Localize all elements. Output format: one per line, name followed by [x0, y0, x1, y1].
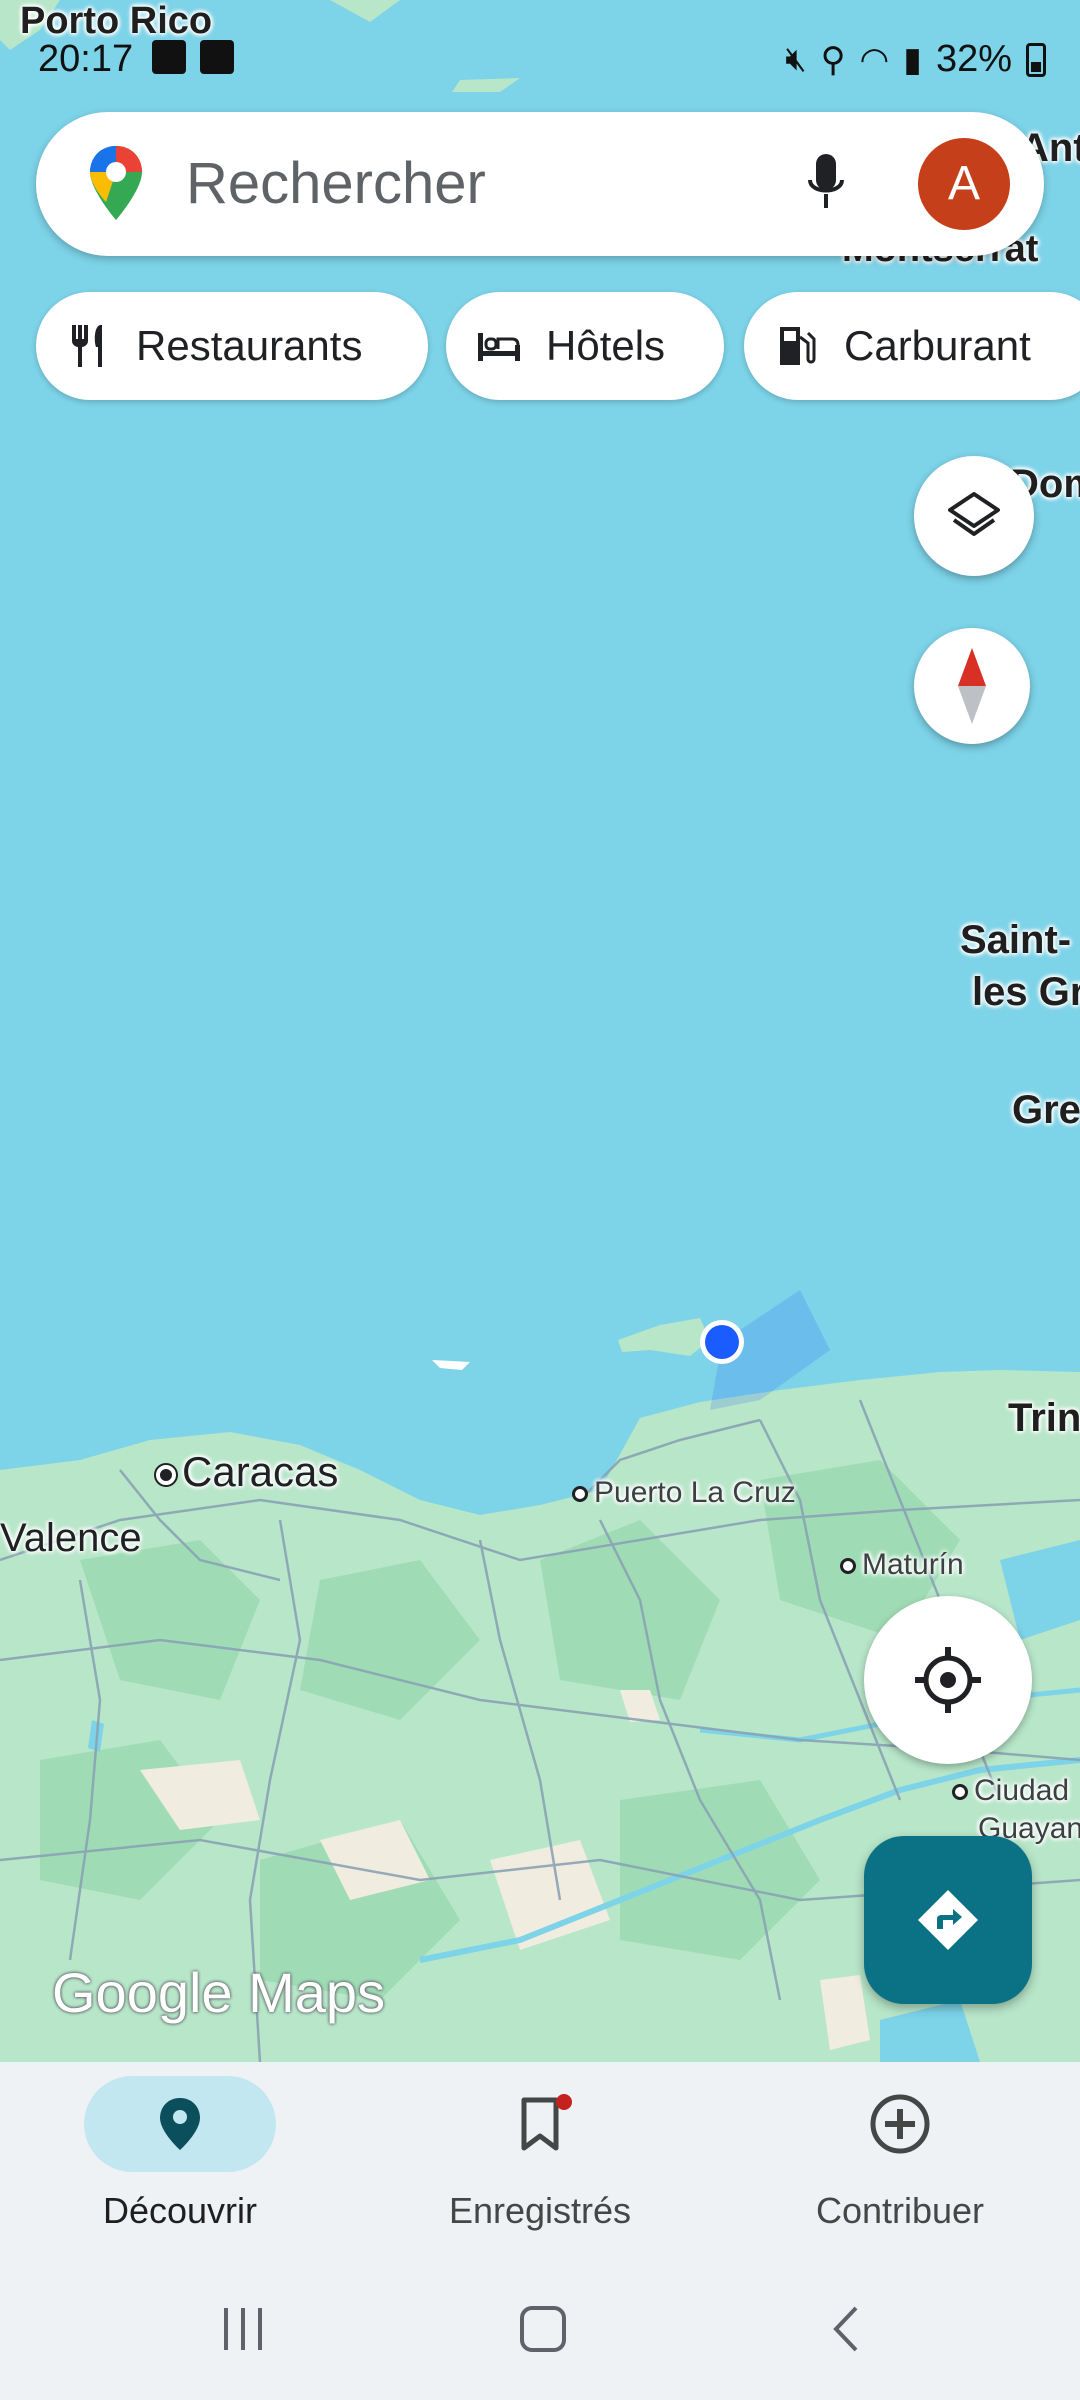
city-dot-icon	[572, 1486, 588, 1503]
chip-hotels[interactable]: Hôtels	[446, 292, 724, 400]
compass-icon	[958, 648, 986, 724]
nav-tab-decouvrir[interactable]: Découvrir	[30, 2076, 330, 2232]
notification-badge	[556, 2094, 572, 2110]
chip-label: Restaurants	[136, 322, 363, 369]
status-system-icons: 🔇︎ ⚲ ◠ ▮ 32%	[785, 38, 1046, 81]
status-time: 20:17	[38, 38, 134, 80]
fuel-icon	[780, 327, 816, 365]
chip-fuel[interactable]: Carburant	[744, 292, 1080, 400]
nav-label: Enregistrés	[448, 2190, 632, 2231]
map-label-saint-2[interactable]: les Gr	[972, 970, 1080, 1015]
chip-label: Carburant	[844, 322, 1031, 369]
google-maps-logo: Google Maps	[52, 1961, 386, 2024]
status-bar: 20:17 🔇︎ ⚲ ◠ ▮ 32%	[0, 0, 1080, 90]
my-location-button[interactable]	[864, 1596, 1032, 1764]
chip-label: Hôtels	[546, 322, 666, 369]
recent-apps-icon[interactable]	[218, 2304, 268, 2354]
signal-icon: ▮	[903, 40, 922, 79]
gallery-icon	[152, 40, 186, 74]
system-navigation-bar	[0, 2270, 1080, 2400]
fork-knife-icon	[72, 325, 102, 367]
google-maps-pin-icon	[90, 146, 142, 220]
nav-label: Contribuer	[815, 2190, 985, 2231]
directions-icon	[918, 1890, 978, 1950]
city-dot-icon	[156, 1464, 176, 1485]
map-label-caracas[interactable]: Caracas	[156, 1448, 338, 1496]
nav-icon-container	[804, 2076, 996, 2172]
battery-text: 32%	[935, 38, 1012, 80]
layers-icon	[948, 492, 1000, 536]
chip-restaurants[interactable]: Restaurants	[36, 292, 428, 400]
map-label-saint[interactable]: Saint-	[960, 918, 1071, 963]
avatar[interactable]: A	[918, 138, 1010, 230]
search-bar[interactable]: Rechercher A	[36, 112, 1044, 256]
nav-label: Découvrir	[102, 2190, 258, 2231]
explore-pin-icon	[160, 2098, 200, 2150]
map-label-puerto-la-cruz[interactable]: Puerto La Cruz	[572, 1476, 796, 1510]
compass-button[interactable]	[914, 628, 1030, 744]
battery-icon	[1026, 42, 1046, 77]
status-notifications	[152, 40, 234, 74]
map-label-ciudad[interactable]: Ciudad	[952, 1774, 1069, 1808]
bed-icon	[478, 333, 520, 361]
nav-icon-container	[84, 2076, 276, 2172]
directions-button[interactable]	[864, 1836, 1032, 2004]
map-label-trin[interactable]: Trin	[1008, 1396, 1080, 1441]
crosshair-icon	[915, 1647, 981, 1713]
map-label-valence[interactable]: Valence	[0, 1516, 142, 1561]
map-label-maturin[interactable]: Maturín	[840, 1548, 964, 1582]
back-icon[interactable]	[822, 2304, 872, 2354]
bottom-navigation: Découvrir Enregistrés Contribuer	[0, 2062, 1080, 2400]
map-label-gre[interactable]: Gre	[1012, 1088, 1080, 1133]
wifi-icon: ◠	[859, 40, 890, 79]
city-dot-icon	[840, 1558, 856, 1575]
home-icon[interactable]	[518, 2304, 568, 2354]
search-input[interactable]: Rechercher	[186, 150, 486, 217]
add-circle-icon	[870, 2094, 930, 2154]
checkbox-icon	[200, 40, 234, 74]
layers-button[interactable]	[914, 456, 1034, 576]
nav-tab-enregistres[interactable]: Enregistrés	[390, 2076, 690, 2232]
microphone-icon[interactable]	[806, 152, 846, 216]
location-icon: ⚲	[820, 40, 846, 79]
nav-tab-contribuer[interactable]: Contribuer	[750, 2076, 1050, 2232]
mute-icon: 🔇︎	[785, 40, 807, 78]
nav-icon-container	[444, 2076, 636, 2172]
city-dot-icon	[952, 1784, 968, 1801]
